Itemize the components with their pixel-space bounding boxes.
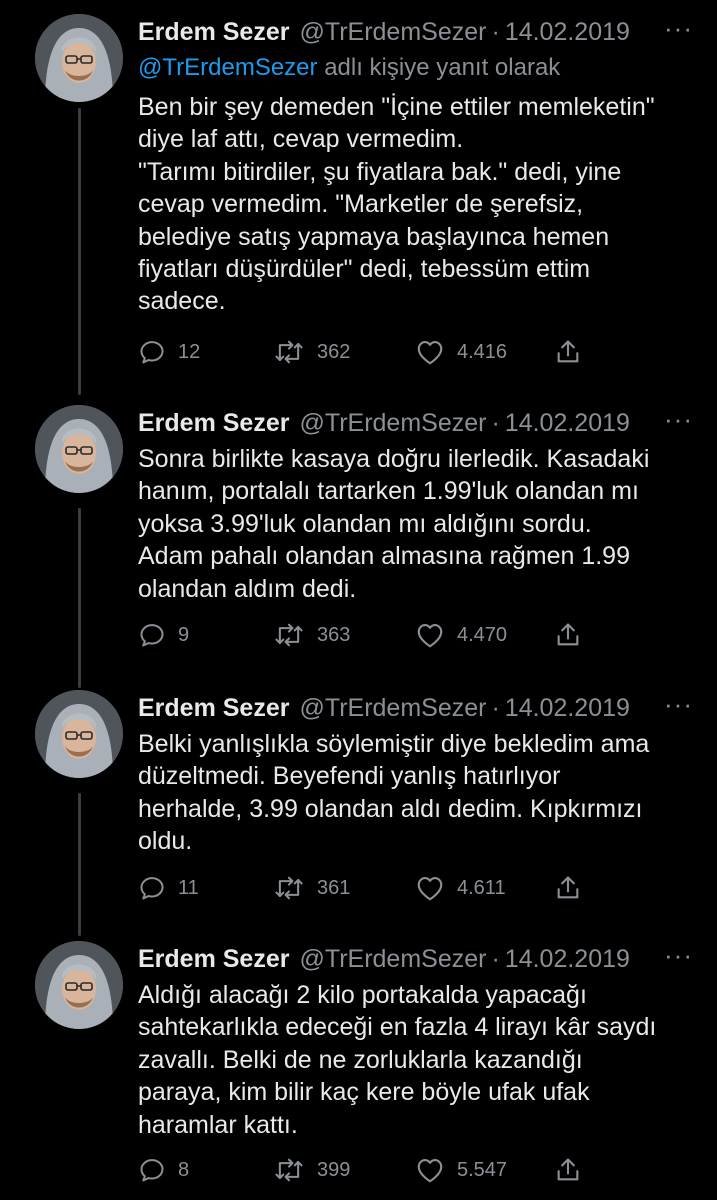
more-options-icon[interactable]: ··· [664,15,693,41]
thread-connector [78,793,81,936]
reply-button[interactable]: 11 [138,870,199,906]
reply-context: @TrErdemSezer adlı kişiye yanıt olarak [138,51,693,85]
like-count: 4.470 [457,623,508,646]
like-button[interactable]: 5.547 [415,1152,507,1188]
retweet-icon [275,1158,303,1182]
heart-icon [417,876,443,901]
tweet-text: Aldığı alacağı 2 kilo portakalda yapacağ… [138,981,657,1139]
share-button[interactable] [554,870,582,906]
retweet-button[interactable]: 362 [273,334,350,370]
tweet-actions: 11 361 4.611 [138,870,608,906]
share-icon [557,876,579,899]
share-button[interactable] [554,1152,582,1188]
avatar[interactable] [35,941,123,1029]
reply-count: 11 [178,876,199,899]
retweet-icon [275,340,303,364]
author-handle[interactable]: @TrErdemSezer [299,18,486,47]
separator: · [491,693,500,722]
share-button[interactable] [554,617,582,653]
author-name[interactable]: Erdem Sezer [138,694,289,723]
more-options-icon[interactable]: ··· [664,942,693,968]
avatar-image [35,405,123,493]
retweet-button[interactable]: 363 [273,617,350,653]
tweet-text: Sonra birlikte kasaya doğru ilerledik. K… [138,445,650,603]
like-count: 5.547 [457,1158,508,1181]
retweet-count: 399 [317,1158,351,1181]
heart-icon [417,1158,443,1183]
retweet-count: 361 [317,876,351,899]
avatar[interactable] [35,14,123,102]
like-button[interactable]: 4.416 [415,334,507,370]
reply-icon [140,341,164,364]
tweet-date[interactable]: 14.02.2019 [505,409,630,438]
more-options-icon[interactable]: ··· [664,691,693,717]
share-icon [557,340,579,363]
tweet-header: Erdem Sezer @TrErdemSezer · 14.02.2019 ·… [138,405,693,441]
retweet-icon [275,623,303,647]
reply-count: 9 [178,623,190,646]
retweet-button[interactable]: 361 [273,870,350,906]
retweet-count: 363 [317,623,351,646]
avatar-image [35,14,123,102]
retweet-count: 362 [317,340,351,363]
retweet-icon [275,876,303,900]
reply-mention-link[interactable]: @TrErdemSezer [138,54,318,81]
avatar[interactable] [35,690,123,778]
reply-count: 12 [178,340,201,363]
separator: · [491,944,500,973]
retweet-button[interactable]: 399 [273,1152,350,1188]
tweet-text: Belki yanlışlıkla söylemiştir diye bekle… [138,730,650,856]
reply-count: 8 [178,1158,190,1181]
tweet-header: Erdem Sezer @TrErdemSezer · 14.02.2019 ·… [138,14,693,50]
tweet-date[interactable]: 14.02.2019 [505,18,630,47]
share-icon [557,1158,579,1181]
like-count: 4.416 [457,340,508,363]
avatar[interactable] [35,405,123,493]
reply-button[interactable]: 9 [138,617,189,653]
separator: · [491,17,500,46]
tweet-actions: 12 362 4.416 [138,334,608,370]
heart-icon [417,623,443,648]
tweet-actions: 8 399 5.547 [138,1152,608,1188]
reply-icon [140,624,164,647]
author-handle[interactable]: @TrErdemSezer [299,945,486,974]
author-handle[interactable]: @TrErdemSezer [299,409,486,438]
tweet-header: Erdem Sezer @TrErdemSezer · 14.02.2019 ·… [138,941,693,977]
thread-connector [78,108,81,395]
more-options-icon[interactable]: ··· [664,406,693,432]
avatar-image [35,941,123,1029]
reply-context-text: adlı kişiye yanıt olarak [324,54,561,81]
tweet-date[interactable]: 14.02.2019 [505,694,630,723]
like-button[interactable]: 4.611 [415,870,506,906]
tweet-text: Ben bir şey demeden "İçine ettiler memle… [138,93,655,316]
avatar-image [35,690,123,778]
tweet-header: Erdem Sezer @TrErdemSezer · 14.02.2019 ·… [138,690,693,726]
reply-button[interactable]: 8 [138,1152,189,1188]
tweet-date[interactable]: 14.02.2019 [505,945,630,974]
heart-icon [417,340,443,365]
author-name[interactable]: Erdem Sezer [138,409,289,438]
share-icon [557,623,579,646]
reply-button[interactable]: 12 [138,334,200,370]
author-name[interactable]: Erdem Sezer [138,945,289,974]
author-name[interactable]: Erdem Sezer [138,18,289,47]
reply-icon [140,877,164,900]
tweet-actions: 9 363 4.470 [138,617,608,653]
reply-icon [140,1159,164,1182]
like-count: 4.611 [457,876,506,899]
author-handle[interactable]: @TrErdemSezer [299,694,486,723]
thread-connector [78,508,81,688]
separator: · [491,408,500,437]
share-button[interactable] [554,334,582,370]
like-button[interactable]: 4.470 [415,617,507,653]
